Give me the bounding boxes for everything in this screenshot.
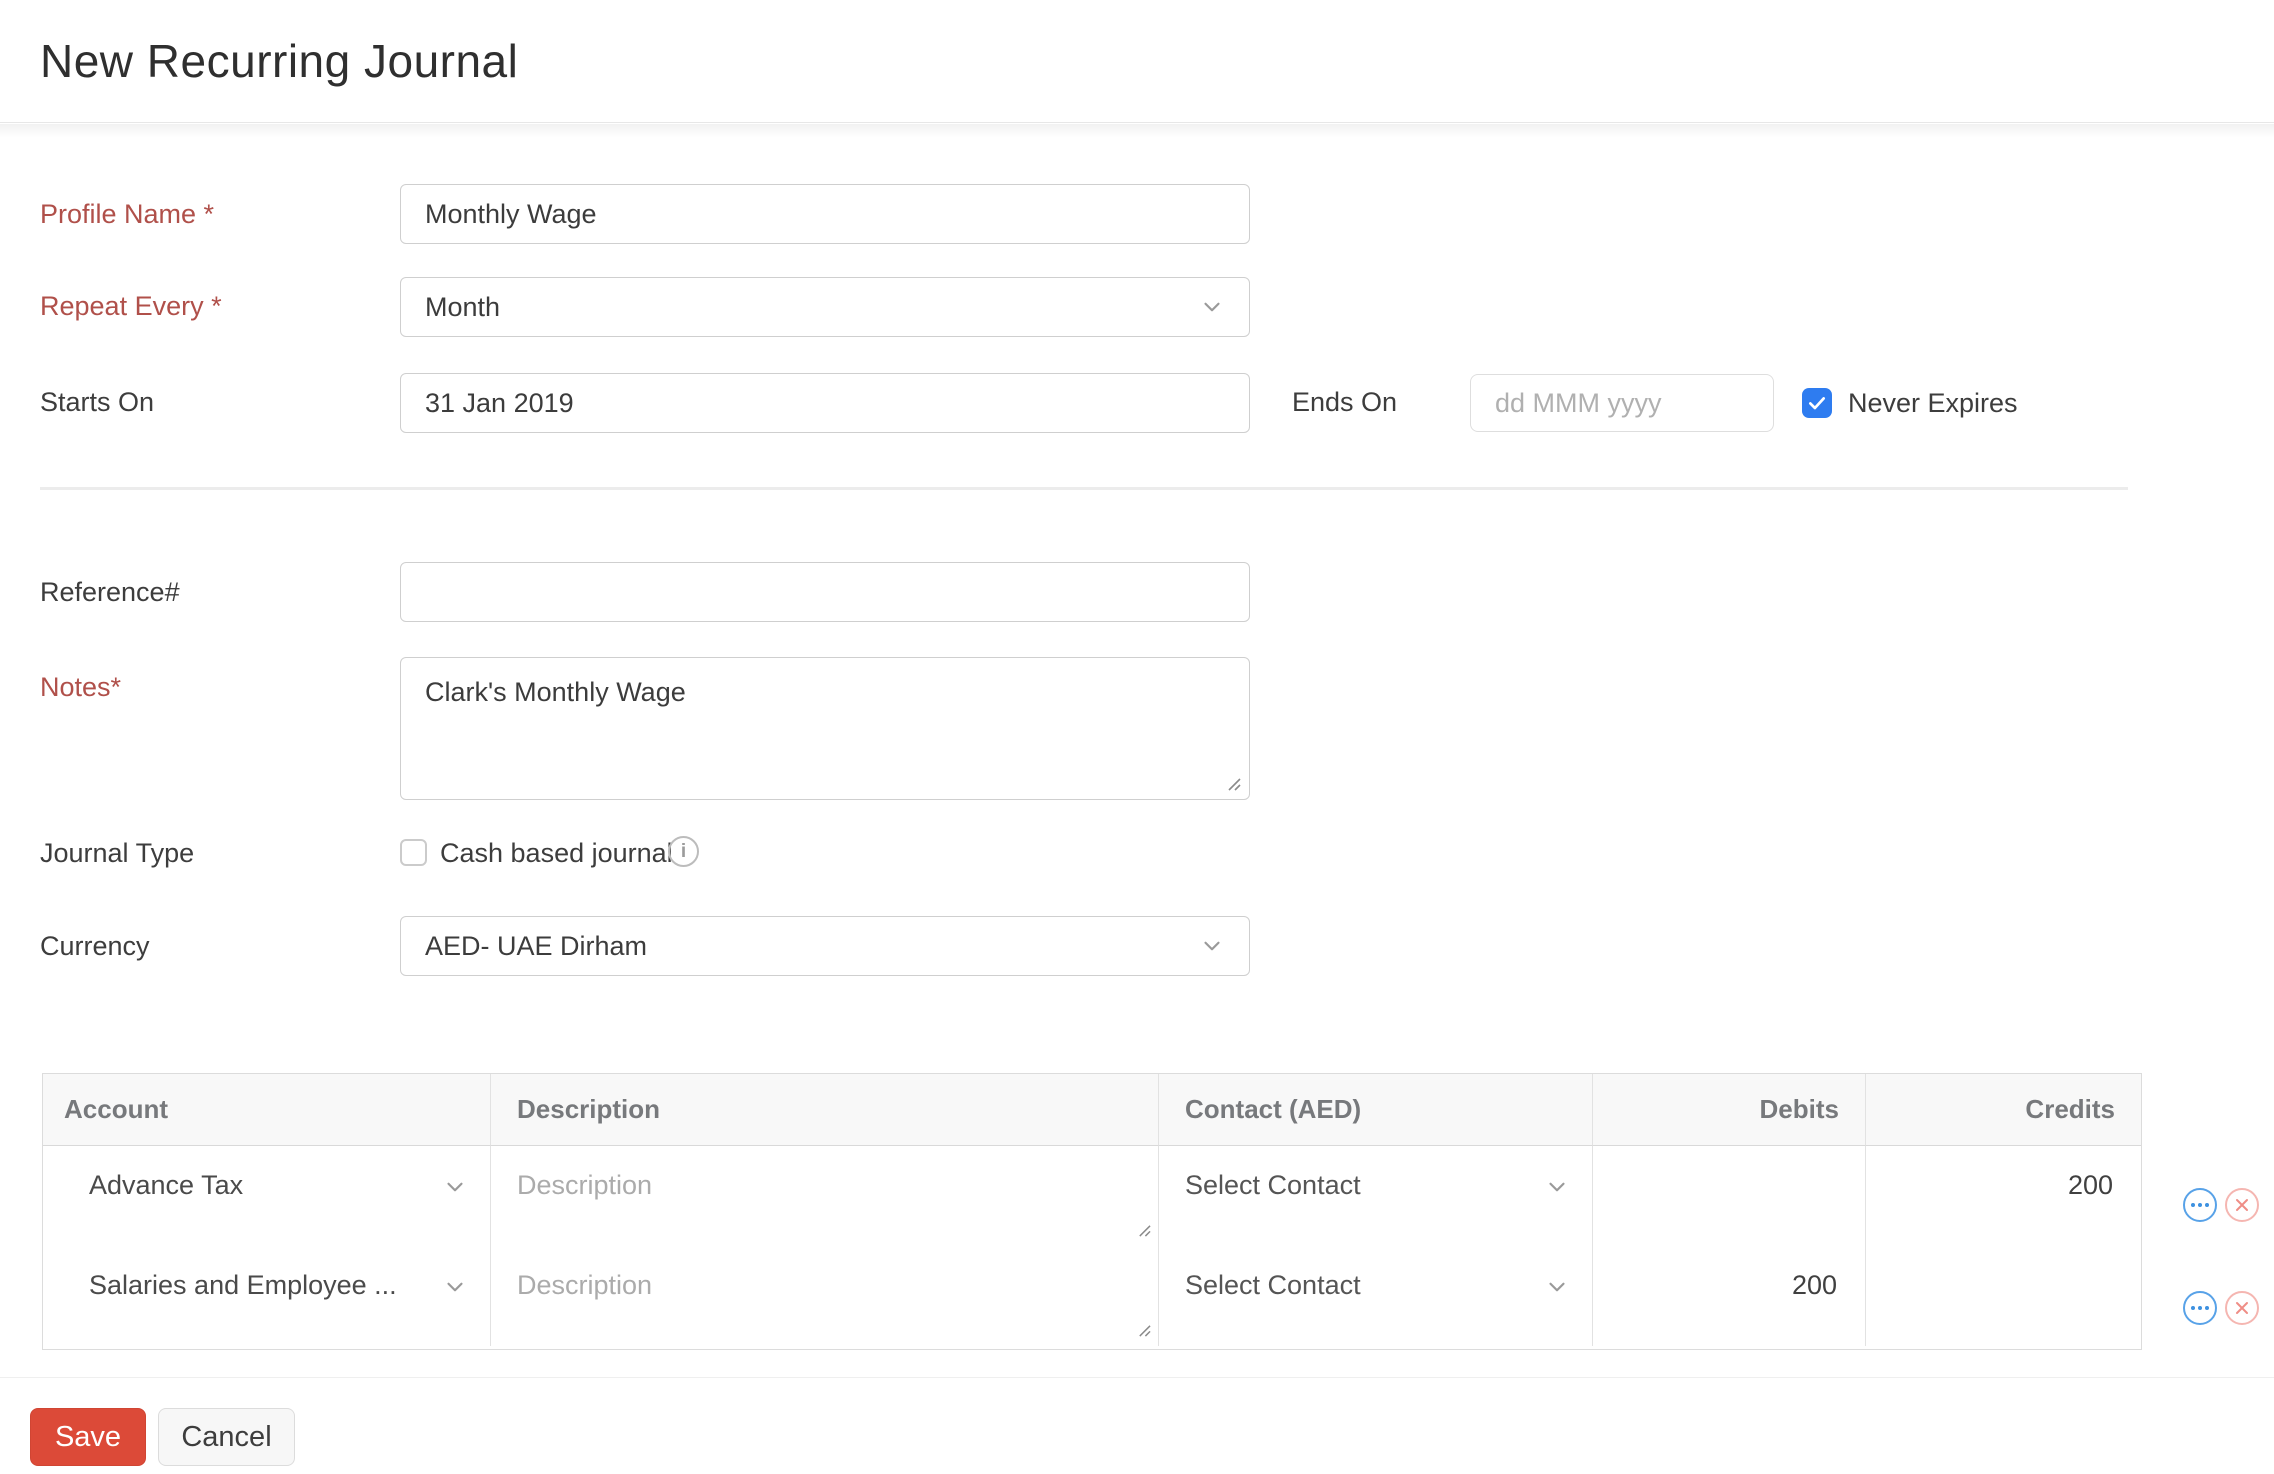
- debits-input[interactable]: 200: [1593, 1246, 1866, 1346]
- cancel-button[interactable]: Cancel: [158, 1408, 295, 1466]
- chevron-down-icon: [1549, 1182, 1565, 1192]
- description-textarea[interactable]: Description: [491, 1246, 1159, 1346]
- save-button[interactable]: Save: [30, 1408, 146, 1466]
- chevron-down-icon: [447, 1182, 463, 1192]
- repeat-every-label: Repeat Every *: [40, 291, 222, 321]
- repeat-every-value: Month: [425, 291, 501, 322]
- account-select[interactable]: Salaries and Employee ...: [43, 1246, 491, 1346]
- column-header-contact: Contact (AED): [1159, 1074, 1593, 1146]
- chevron-down-icon: [1204, 941, 1220, 951]
- close-icon: [2236, 1199, 2248, 1211]
- credits-input[interactable]: 200: [1866, 1146, 2141, 1246]
- never-expires-label: Never Expires: [1848, 388, 2018, 418]
- repeat-every-select[interactable]: Month: [400, 277, 1250, 337]
- resize-handle-icon[interactable]: [1226, 776, 1241, 791]
- contact-placeholder: Select Contact: [1185, 1270, 1361, 1300]
- reference-label: Reference#: [40, 577, 180, 607]
- column-header-description: Description: [491, 1074, 1159, 1146]
- chevron-down-icon: [447, 1282, 463, 1292]
- starts-on-label: Starts On: [40, 387, 155, 417]
- close-icon: [2236, 1302, 2248, 1314]
- notes-textarea[interactable]: Clark's Monthly Wage: [400, 657, 1250, 800]
- dot: [2191, 1306, 2195, 1310]
- info-icon[interactable]: i: [668, 836, 699, 867]
- column-header-debits: Debits: [1593, 1074, 1866, 1146]
- journal-type-label: Journal Type: [40, 838, 195, 868]
- contact-placeholder: Select Contact: [1185, 1170, 1361, 1200]
- profile-name-label: Profile Name *: [40, 199, 215, 229]
- contact-select[interactable]: Select Contact: [1159, 1146, 1593, 1246]
- ends-on-input[interactable]: [1470, 374, 1774, 432]
- row-remove-button[interactable]: [2225, 1291, 2259, 1325]
- row-remove-button[interactable]: [2225, 1188, 2259, 1222]
- header-shadow: [0, 124, 2274, 138]
- dot: [2205, 1203, 2209, 1207]
- dot: [2198, 1203, 2202, 1207]
- starts-on-input[interactable]: [400, 373, 1250, 433]
- footer-bar: Save Cancel: [0, 1378, 2274, 1474]
- account-select[interactable]: Advance Tax: [43, 1146, 491, 1246]
- cash-based-journal-label: Cash based journal: [440, 838, 673, 868]
- contact-select[interactable]: Select Contact: [1159, 1246, 1593, 1346]
- row-actions: [2183, 1291, 2259, 1325]
- description-placeholder: Description: [517, 1170, 653, 1200]
- dot: [2205, 1306, 2209, 1310]
- line-items-table: Account Description Contact (AED) Debits…: [42, 1073, 2142, 1350]
- reference-input[interactable]: [400, 562, 1250, 622]
- row-more-button[interactable]: [2183, 1291, 2217, 1325]
- new-recurring-journal-page: New Recurring Journal Profile Name * Rep…: [0, 0, 2274, 1474]
- page-title: New Recurring Journal: [40, 35, 519, 87]
- resize-handle-icon[interactable]: [1137, 1323, 1151, 1337]
- credits-input[interactable]: [1866, 1246, 2141, 1346]
- profile-name-input[interactable]: [400, 184, 1250, 244]
- description-textarea[interactable]: Description: [491, 1146, 1159, 1246]
- cash-based-journal-checkbox[interactable]: [400, 839, 427, 866]
- column-header-account: Account: [43, 1074, 491, 1146]
- notes-label: Notes*: [40, 672, 122, 702]
- currency-value: AED- UAE Dirham: [425, 930, 648, 961]
- section-divider: [40, 487, 2128, 490]
- page-header: New Recurring Journal: [0, 0, 2274, 123]
- column-header-credits: Credits: [1866, 1074, 2141, 1146]
- row-more-button[interactable]: [2183, 1188, 2217, 1222]
- description-placeholder: Description: [517, 1270, 653, 1300]
- check-icon: [1809, 397, 1825, 410]
- debits-input[interactable]: [1593, 1146, 1866, 1246]
- never-expires-checkbox[interactable]: [1802, 388, 1832, 418]
- ends-on-label: Ends On: [1292, 387, 1398, 417]
- dot: [2191, 1203, 2195, 1207]
- row-actions: [2183, 1188, 2259, 1222]
- chevron-down-icon: [1204, 302, 1220, 312]
- resize-handle-icon[interactable]: [1137, 1223, 1151, 1237]
- account-value: Salaries and Employee ...: [89, 1270, 397, 1300]
- account-value: Advance Tax: [89, 1170, 244, 1200]
- currency-select[interactable]: AED- UAE Dirham: [400, 916, 1250, 976]
- currency-label: Currency: [40, 931, 150, 961]
- dot: [2198, 1306, 2202, 1310]
- chevron-down-icon: [1549, 1282, 1565, 1292]
